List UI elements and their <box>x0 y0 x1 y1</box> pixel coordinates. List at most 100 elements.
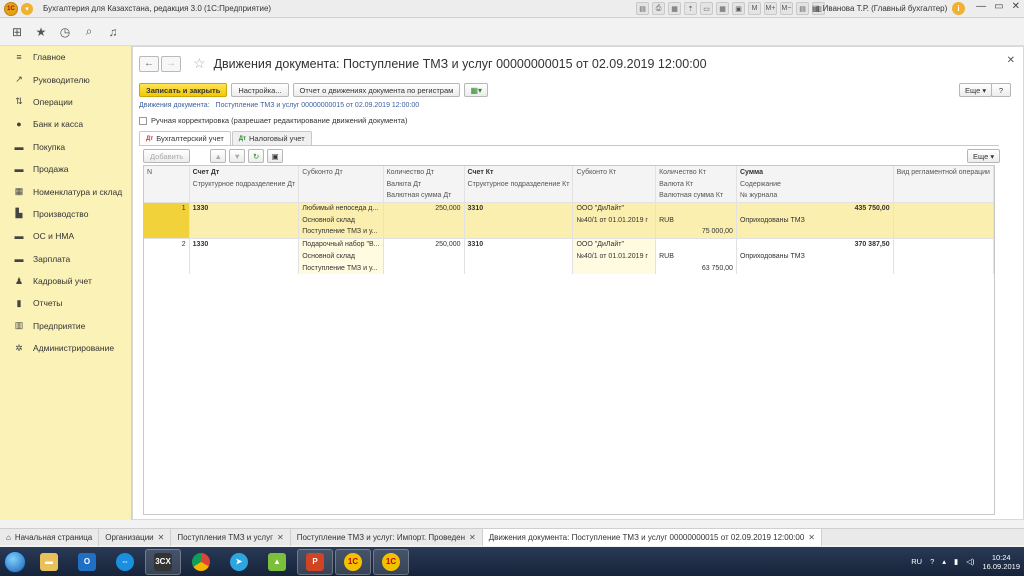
calculator-icon[interactable]: ▤ <box>796 2 809 15</box>
main-menu-icon[interactable]: ▾ <box>21 2 33 15</box>
close-icon[interactable]: ✕ <box>469 533 476 542</box>
sidebar-item-production[interactable]: ▙ Производство <box>0 203 131 225</box>
bottom-tab-receipts[interactable]: Поступления ТМЗ и услуг ✕ <box>171 528 291 546</box>
sidebar-item-reports[interactable]: ▮ Отчеты <box>0 292 131 314</box>
sidebar-item-staff[interactable]: ♟ Кадровый учет <box>0 270 131 292</box>
col-sum[interactable]: Сумма <box>736 166 894 178</box>
manual-correction-checkbox[interactable] <box>139 116 147 125</box>
document-icon[interactable]: ▭ <box>700 2 713 15</box>
table-row[interactable]: 2 1330 Подарочный набор "В... 250,000 33… <box>144 238 994 250</box>
favorite-star-icon[interactable]: ☆ <box>193 55 206 72</box>
sidebar-item-manager[interactable]: ↗ Руководителю <box>0 68 131 90</box>
favorites-star-icon[interactable]: ★ <box>34 25 48 39</box>
m-plus-icon[interactable]: M+ <box>764 2 777 15</box>
minimize-icon[interactable]: — <box>976 1 986 12</box>
more-button[interactable]: Еще ▾ <box>959 83 993 97</box>
apps-grid-icon[interactable]: ⊞ <box>10 25 24 39</box>
history-icon[interactable]: ◷ <box>58 25 72 39</box>
expand-tray-icon[interactable]: ▴ <box>942 557 946 566</box>
close-icon[interactable]: ✕ <box>277 533 284 542</box>
print-icon[interactable]: ⎙ <box>652 2 665 15</box>
table-row[interactable]: Поступление ТМЗ и у... 75 000,00 <box>144 226 994 238</box>
settings-button[interactable]: Настройка... <box>231 83 289 97</box>
language-indicator[interactable]: RU <box>911 557 922 566</box>
table-more-button[interactable]: Еще ▾ <box>967 149 1001 163</box>
close-form-icon[interactable]: ✕ <box>1007 55 1015 66</box>
taskbar-3cx[interactable]: 3CX <box>145 548 181 575</box>
refresh-icon[interactable]: ↻ <box>248 149 265 163</box>
sidebar-item-assets[interactable]: ▬ ОС и НМА <box>0 225 131 247</box>
m-minus-icon[interactable]: M− <box>780 2 793 15</box>
sidebar-item-sales[interactable]: ▬ Продажа <box>0 158 131 180</box>
tab-accounting[interactable]: Дт Бухгалтерский учет <box>139 131 231 145</box>
col-acc-dt[interactable]: Счет Дт <box>189 166 300 178</box>
col-sub-kt[interactable]: Субконто Кт <box>572 166 657 178</box>
table-row[interactable]: Основной склад №40/1 от 01.01.2019 г RUB… <box>144 250 994 262</box>
sidebar-item-company[interactable]: ▥ Предприятие <box>0 315 131 337</box>
sidebar-item-salary[interactable]: ▬ Зарплата <box>0 248 131 270</box>
col-n[interactable]: N <box>144 166 190 178</box>
sidebar-item-purchase[interactable]: ▬ Покупка <box>0 136 131 158</box>
taskbar-android[interactable]: ▲ <box>259 549 295 575</box>
col-reg-type[interactable]: Вид регламентной операции <box>893 166 994 178</box>
m-icon[interactable]: M <box>748 2 761 15</box>
movements-table[interactable]: N Счет Дт Субконто Дт Количество Дт Счет… <box>143 165 995 515</box>
move-down-icon[interactable]: ▼ <box>229 149 246 163</box>
bottom-tab-movements[interactable]: Движения документа: Поступление ТМЗ и ус… <box>482 528 822 546</box>
link-icon[interactable]: ⇡ <box>684 2 697 15</box>
info-icon[interactable]: i <box>952 2 965 15</box>
register-icon[interactable]: ▦▾ <box>464 83 489 97</box>
movements-link[interactable]: Движения документа: <box>139 102 210 109</box>
col-sub-dt[interactable]: Субконто Дт <box>298 166 384 178</box>
sidebar-item-operations[interactable]: ⇅ Операции <box>0 91 131 113</box>
clock[interactable]: 10:24 16.09.2019 <box>982 553 1020 571</box>
notifications-bell-icon[interactable]: ♫ <box>106 25 120 39</box>
current-user[interactable]: ▤ Иванова Т.Р. (Главный бухгалтер) <box>812 4 947 13</box>
table-row[interactable]: Основной склад №40/1 от 01.01.2019 г RUB… <box>144 214 994 226</box>
save-close-button[interactable]: Записать и закрыть <box>139 83 228 97</box>
sidebar-item-warehouse[interactable]: ▦ Номенклатура и склад <box>0 180 131 202</box>
bottom-tab-receipt-doc[interactable]: Поступление ТМЗ и услуг: Импорт. Проведе… <box>291 528 483 546</box>
document-link[interactable]: Поступление ТМЗ и услуг 00000000015 от 0… <box>216 102 420 109</box>
taskbar-1c[interactable]: 1С <box>335 548 371 575</box>
bottom-tab-organizations[interactable]: Организации ✕ <box>99 528 172 546</box>
close-icon[interactable]: ✕ <box>1012 1 1020 12</box>
close-icon[interactable]: ✕ <box>808 533 815 542</box>
network-icon[interactable]: ▮ <box>954 557 958 566</box>
preview-icon[interactable]: ▦ <box>668 2 681 15</box>
sidebar-item-main[interactable]: ≡ Главное <box>0 46 131 68</box>
back-arrow-icon[interactable]: ← <box>139 55 159 72</box>
start-button[interactable] <box>0 547 30 576</box>
forward-arrow-icon[interactable]: → <box>161 55 181 72</box>
search-icon[interactable]: ⌕ <box>82 24 96 39</box>
bottom-tab-home[interactable]: ⌂ Начальная страница <box>0 528 100 546</box>
save-icon[interactable]: ▤ <box>636 2 649 15</box>
maximize-icon[interactable]: ▭ <box>994 1 1003 12</box>
volume-icon[interactable]: ◁) <box>966 557 974 566</box>
sidebar-item-bank[interactable]: ● Банк и касса <box>0 113 131 135</box>
table-row[interactable]: 1 1330 Любимый непоседа д... 250,000 331… <box>144 202 994 214</box>
taskbar-powerpoint[interactable]: P <box>297 548 333 575</box>
close-icon[interactable]: ✕ <box>158 533 165 542</box>
sidebar-item-admin[interactable]: ✲ Администрирование <box>0 337 131 359</box>
taskbar-outlook[interactable]: O <box>69 549 105 575</box>
add-button[interactable]: Добавить <box>143 149 191 163</box>
taskbar-teamviewer[interactable]: ⇔ <box>107 549 143 575</box>
help-tray-icon[interactable]: ? <box>930 557 934 566</box>
col-qty-kt[interactable]: Количество Кт <box>655 166 737 178</box>
movements-report-button[interactable]: Отчет о движениях документа по регистрам <box>292 83 461 97</box>
taskbar-chrome[interactable] <box>183 549 219 575</box>
col-acc-kt[interactable]: Счет Кт <box>464 166 574 178</box>
sidebar-item-label: Операции <box>33 96 73 107</box>
taskbar-explorer[interactable]: ▬ <box>31 549 67 575</box>
calendar-icon[interactable]: ▣ <box>732 2 745 15</box>
move-up-icon[interactable]: ▲ <box>210 149 227 163</box>
taskbar-1c-second[interactable]: 1С <box>373 548 409 575</box>
col-qty-dt[interactable]: Количество Дт <box>383 166 465 178</box>
table-settings-icon[interactable]: ▣ <box>267 149 284 163</box>
table-icon[interactable]: ▦ <box>716 2 729 15</box>
tab-tax[interactable]: Дт Налоговый учет <box>231 131 312 145</box>
taskbar-telegram[interactable]: ➤ <box>221 549 257 575</box>
table-row[interactable]: Поступление ТМЗ и у... 63 750,00 <box>144 262 994 274</box>
help-button[interactable]: ? <box>991 83 1011 97</box>
